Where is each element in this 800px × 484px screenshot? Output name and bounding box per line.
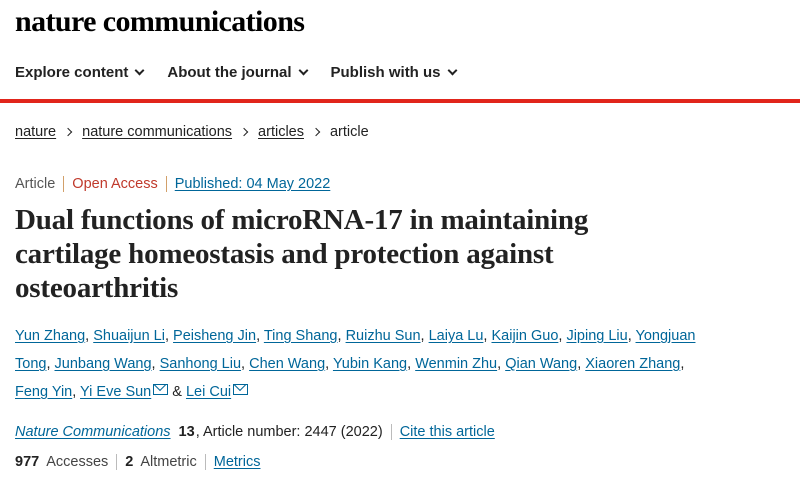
mail-icon[interactable] bbox=[153, 384, 169, 395]
author-link[interactable]: Peisheng Jin bbox=[173, 328, 256, 344]
author-link[interactable]: Lei Cui bbox=[186, 384, 231, 400]
nav-item-label: About the journal bbox=[167, 64, 292, 81]
chevron-right-icon bbox=[63, 127, 73, 137]
author-link[interactable]: Shuaijun Li bbox=[93, 328, 165, 344]
citation-line: Nature Communications 13 , Article numbe… bbox=[15, 424, 495, 440]
author-link[interactable]: Ruizhu Sun bbox=[346, 328, 421, 344]
accesses-label: Accesses bbox=[46, 454, 118, 470]
author-link[interactable]: Yi Eve Sun bbox=[80, 384, 151, 400]
nav-item-label: Explore content bbox=[15, 64, 129, 81]
author-joiner: & bbox=[172, 384, 182, 400]
author-link[interactable]: Wenmin Zhu bbox=[415, 356, 497, 372]
metrics-bar: 977 Accesses 2 Altmetric Metrics bbox=[15, 454, 260, 470]
author-link[interactable]: Qian Wang bbox=[505, 356, 577, 372]
author-link[interactable]: Yun Zhang bbox=[15, 328, 85, 344]
nav-item-label: Publish with us bbox=[330, 64, 441, 81]
article-meta: Article Open Access Published: 04 May 20… bbox=[15, 176, 330, 192]
breadcrumb-nature-communications[interactable]: nature communications bbox=[82, 124, 232, 140]
altmetric-label: Altmetric bbox=[140, 454, 206, 470]
author-list: Yun Zhang, Shuaijun Li, Peisheng Jin, Ti… bbox=[15, 328, 696, 400]
breadcrumb-current: article bbox=[329, 124, 369, 140]
author-link[interactable]: Ting Shang bbox=[264, 328, 338, 344]
chevron-right-icon bbox=[239, 127, 249, 137]
volume-number: 13 bbox=[178, 424, 195, 440]
site-header: nature communications bbox=[15, 4, 305, 40]
chevron-down-icon bbox=[447, 65, 457, 76]
open-access-label: Open Access bbox=[64, 176, 167, 192]
journal-link[interactable]: Nature Communications bbox=[15, 424, 171, 440]
altmetric-count: 2 bbox=[125, 454, 134, 470]
author-link[interactable]: Kaijin Guo bbox=[491, 328, 558, 344]
main-nav: Explore content About the journal Publis… bbox=[15, 64, 480, 81]
nav-explore-content[interactable]: Explore content bbox=[15, 64, 145, 81]
published-date-link[interactable]: Published: 04 May 2022 bbox=[167, 176, 331, 192]
author-link[interactable]: Junbang Wang bbox=[55, 356, 152, 372]
accesses-count: 977 bbox=[15, 454, 40, 470]
site-logo[interactable]: nature communications bbox=[15, 4, 305, 40]
author-link[interactable]: Yubin Kang bbox=[333, 356, 407, 372]
nav-publish-with-us[interactable]: Publish with us bbox=[330, 64, 457, 81]
chevron-right-icon bbox=[311, 127, 321, 137]
author-link[interactable]: Sanhong Liu bbox=[160, 356, 241, 372]
metrics-link[interactable]: Metrics bbox=[214, 454, 261, 470]
breadcrumb-nature[interactable]: nature bbox=[15, 124, 56, 140]
article-title: Dual functions of microRNA-17 in maintai… bbox=[15, 204, 589, 304]
mail-icon[interactable] bbox=[233, 384, 249, 395]
author-link[interactable]: Chen Wang bbox=[249, 356, 325, 372]
cite-article-link[interactable]: Cite this article bbox=[392, 424, 495, 440]
author-link[interactable]: Feng Yin bbox=[15, 384, 72, 400]
breadcrumb: nature nature communications articles ar… bbox=[15, 124, 369, 140]
author-link[interactable]: Xiaoren Zhang bbox=[585, 356, 680, 372]
chevron-down-icon bbox=[298, 65, 308, 76]
article-number: , Article number: 2447 (2022) bbox=[196, 424, 392, 440]
chevron-down-icon bbox=[134, 65, 145, 76]
author-link[interactable]: Jiping Liu bbox=[566, 328, 627, 344]
article-type: Article bbox=[15, 176, 65, 192]
breadcrumb-articles[interactable]: articles bbox=[258, 124, 304, 140]
header-divider bbox=[0, 99, 800, 103]
nav-about-journal[interactable]: About the journal bbox=[167, 64, 308, 81]
author-link[interactable]: Laiya Lu bbox=[429, 328, 484, 344]
